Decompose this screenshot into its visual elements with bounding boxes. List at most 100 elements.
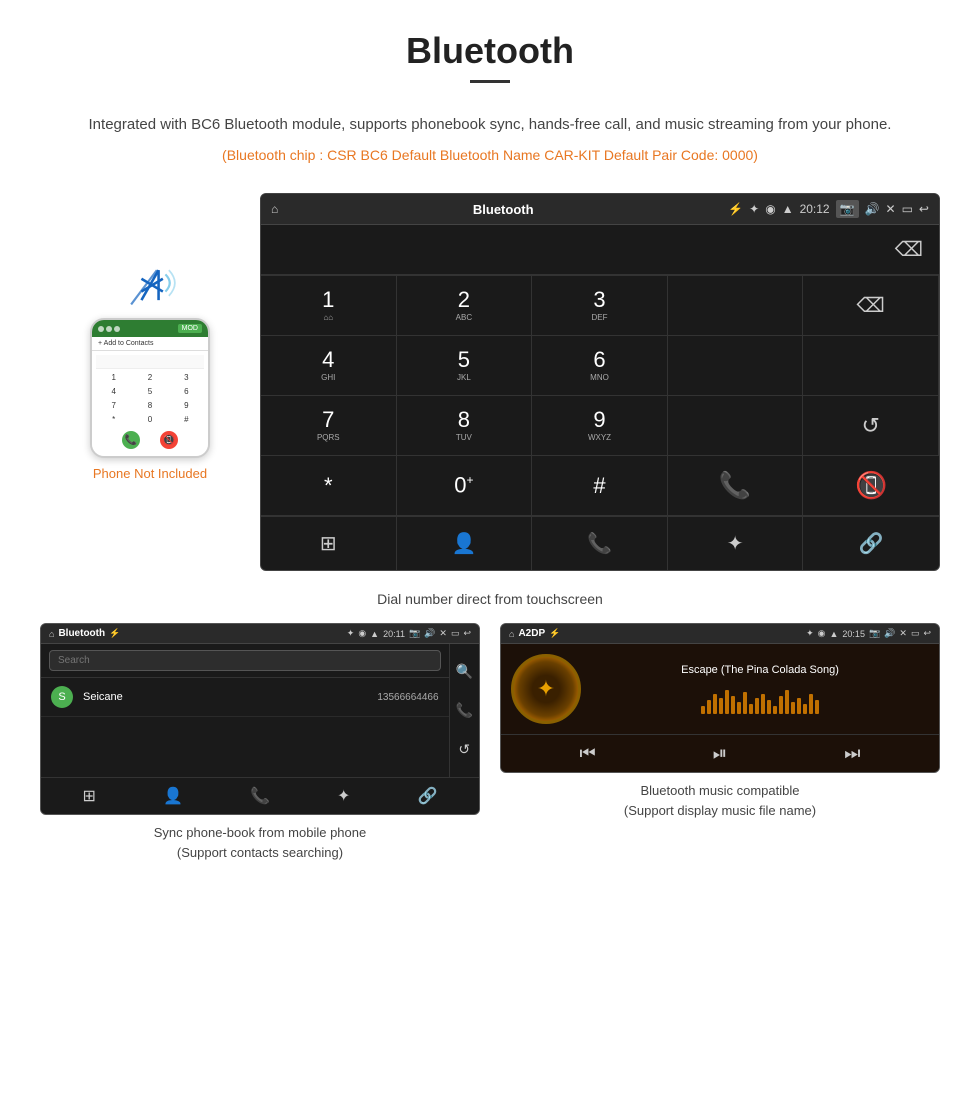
music-back-icon: ↩ [923,628,931,639]
pb-grid-btn[interactable]: ⊞ [83,786,96,806]
music-cam-icon: 📷 [869,628,880,639]
backspace-button[interactable]: ⌫ [895,237,923,262]
dial-status-left: ⌂ [271,202,278,216]
eq-bar-12 [767,700,771,714]
music-screenshot-block: ⌂ A2DP ⚡ ✦ ◉ ▲ 20:15 📷 🔊 ✕ ▭ ↩ [500,623,940,866]
pb-usb-icon: ⚡ [109,628,120,639]
music-caption-text: Bluetooth music compatible(Support displ… [624,783,816,818]
prev-track-btn[interactable]: ⏮ [580,743,596,764]
phone-display [96,355,204,369]
pb-main-wrapper: S Seicane 13566664466 🔍 📞 ↺ [41,644,479,777]
eq-bar-8 [743,692,747,714]
phone-key-0: 0 [132,413,167,426]
pb-bt-btn[interactable]: ✦ [337,786,350,806]
pb-link-btn[interactable]: 🔗 [418,786,438,806]
phone-side: MOD + Add to Contacts 1 2 3 4 5 6 7 8 9 … [40,193,260,481]
dial-title: Bluetooth [473,202,534,217]
eq-bar-17 [797,698,801,714]
dial-call-green[interactable]: 📞 [668,456,804,516]
phone-key-1: 1 [96,371,131,384]
eq-bar-14 [779,696,783,714]
page-description: Integrated with BC6 Bluetooth module, su… [0,113,980,143]
music-status-right: ✦ ◉ ▲ 20:15 📷 🔊 ✕ ▭ ↩ [806,628,931,639]
phone-keys: 1 2 3 4 5 6 7 8 9 * 0 # [96,369,204,428]
music-bt-logo: ✦ [537,676,555,702]
pb-refresh-side-icon[interactable]: ↺ [456,741,473,758]
eq-bar-19 [809,694,813,714]
phone-call-green: 📞 [122,431,140,449]
dial-key-2[interactable]: 2 ABC [397,276,533,336]
dial-refresh[interactable]: ↺ [803,396,939,456]
pb-status-bar: ⌂ Bluetooth ⚡ ✦ ◉ ▲ 20:11 📷 🔊 ✕ ▭ ↩ [41,624,479,644]
music-signal-icon: ▲ [830,629,839,639]
eq-bar-15 [785,690,789,714]
next-track-btn[interactable]: ⏭ [844,743,860,764]
dial-key-3[interactable]: 3 DEF [532,276,668,336]
pb-back-icon: ↩ [463,628,471,639]
pb-time: 20:11 [383,629,405,639]
bt-status-icon: ✦ [749,202,759,216]
bluetooth-signal-icon [115,253,185,318]
pb-person-btn[interactable]: 👤 [163,786,183,806]
eq-bar-6 [731,696,735,714]
page-title-section: Bluetooth [0,0,980,113]
signal-icon: ▲ [782,202,794,216]
phone-key-5: 5 [132,385,167,398]
pb-phone-btn[interactable]: 📞 [250,786,270,806]
contacts-icon-btn[interactable]: 👤 [397,517,533,570]
eq-bar-16 [791,702,795,714]
play-pause-btn[interactable]: ⏯ [713,743,727,764]
music-x-icon: ✕ [899,628,907,639]
music-caption: Bluetooth music compatible(Support displ… [500,773,940,824]
phone-key-hash: # [169,413,204,426]
dial-display-area: ⌫ [261,225,939,275]
dial-empty-2 [668,336,804,396]
music-status-left: ⌂ A2DP ⚡ [509,628,560,639]
dial-key-8[interactable]: 8 TUV [397,396,533,456]
pb-search-input[interactable] [49,650,441,671]
dial-key-0[interactable]: 0+ [397,456,533,516]
phone-key-8: 8 [132,399,167,412]
camera-icon: 📷 [836,200,859,218]
pb-search-side-icon[interactable]: 🔍 [456,663,473,680]
dial-key-7[interactable]: 7 PQRS [261,396,397,456]
dial-empty-3 [803,336,939,396]
main-section: MOD + Add to Contacts 1 2 3 4 5 6 7 8 9 … [0,183,980,581]
pb-x-icon: ✕ [439,628,447,639]
link-icon-btn[interactable]: 🔗 [803,517,939,570]
music-loc-icon: ◉ [818,628,826,639]
music-bt-icon: ✦ [806,628,814,639]
dial-call-red[interactable]: 📵 [803,456,939,516]
pb-cam-icon: 📷 [409,628,420,639]
keypad-icon-btn[interactable]: ⊞ [261,517,397,570]
phone-mode-btn: MOD [178,324,202,333]
dial-empty-4 [668,396,804,456]
eq-bar-2 [707,700,711,714]
pb-contact-row: S Seicane 13566664466 [41,678,449,717]
dial-key-5[interactable]: 5 JKL [397,336,533,396]
dial-key-4[interactable]: 4 GHI [261,336,397,396]
pb-status-left: ⌂ Bluetooth ⚡ [49,628,120,639]
eq-bar-13 [773,706,777,714]
dial-key-star[interactable]: * [261,456,397,516]
phone-key-2: 2 [132,371,167,384]
phonebook-screenshot-block: ⌂ Bluetooth ⚡ ✦ ◉ ▲ 20:11 📷 🔊 ✕ ▭ ↩ [40,623,480,866]
dial-key-hash[interactable]: # [532,456,668,516]
phonebook-screenshot: ⌂ Bluetooth ⚡ ✦ ◉ ▲ 20:11 📷 🔊 ✕ ▭ ↩ [40,623,480,815]
bluetooth-icon-btn[interactable]: ✦ [668,517,804,570]
dial-key-9[interactable]: 9 WXYZ [532,396,668,456]
page-title: Bluetooth [0,30,980,72]
phone-keypad: 1 2 3 4 5 6 7 8 9 * 0 # 📞 📵 [92,351,208,456]
dial-screen: ⌂ Bluetooth ⚡ ✦ ◉ ▲ 20:12 📷 🔊 ✕ ▭ ↩ ⌫ [260,193,940,571]
phonebook-caption: Sync phone-book from mobile phone(Suppor… [40,815,480,866]
phone-key-3: 3 [169,371,204,384]
dial-key-1[interactable]: 1 ⌂⌂ [261,276,397,336]
pb-contact-name: Seicane [83,691,377,703]
pb-status-right: ✦ ◉ ▲ 20:11 📷 🔊 ✕ ▭ ↩ [347,628,471,639]
pb-phone-side-icon[interactable]: 📞 [456,702,473,719]
eq-bar-10 [755,698,759,714]
dial-key-6[interactable]: 6 MNO [532,336,668,396]
pb-vol-icon: 🔊 [424,628,435,639]
dial-empty-1 [668,276,804,336]
call-log-icon-btn[interactable]: 📞 [532,517,668,570]
